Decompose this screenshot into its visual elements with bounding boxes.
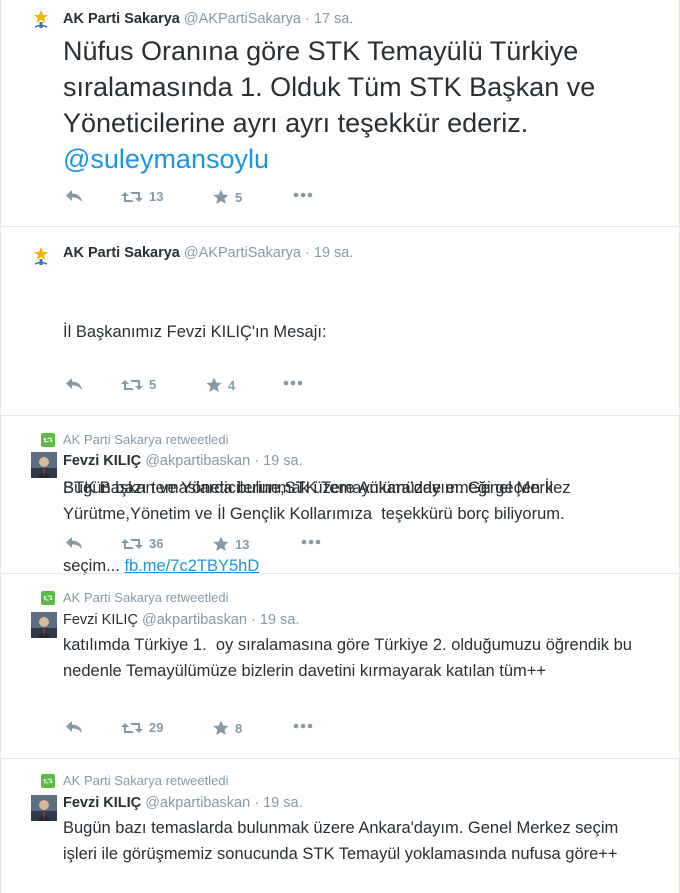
separator-dot: · [305, 245, 310, 261]
more-dots-icon [293, 723, 313, 729]
tweet-header: AK Parti Sakarya @AKPartiSakarya · 17 sa… [63, 11, 353, 27]
tweet-text: katılımda Türkiye 1. oy sıralamasına gör… [63, 636, 637, 680]
favorite-button[interactable]: 13 [213, 536, 249, 552]
timestamp[interactable]: 19 sa. [263, 795, 303, 811]
more-button[interactable] [301, 539, 321, 545]
retweet-count: 13 [149, 189, 164, 204]
separator-dot: · [254, 795, 260, 811]
retweeted-by-label[interactable]: AK Parti Sakarya retweetledi [63, 590, 228, 605]
reply-button[interactable] [65, 720, 83, 734]
author-handle[interactable]: @AKPartiSakarya [184, 11, 301, 27]
tweet-header: Fevzi KILIÇ @akpartibaskan · 19 sa. [63, 453, 303, 469]
retweet-button[interactable]: 29 [121, 720, 163, 735]
favorite-star-icon [213, 536, 229, 551]
separator-dot: · [251, 612, 256, 628]
retweeted-tweet[interactable]: AK Parti Sakarya retweetledi Fevzi KILIÇ… [1, 574, 679, 759]
retweet-badge-icon [41, 590, 55, 605]
favorite-button[interactable]: 4 [206, 377, 235, 393]
retweet-badge-icon [41, 773, 55, 788]
more-dots-icon [283, 380, 303, 386]
timestamp[interactable]: 19 sa. [263, 453, 303, 469]
tweet-actions: 13 5 [63, 189, 363, 209]
retweet-icon [121, 191, 143, 202]
retweet-button[interactable]: 13 [121, 189, 163, 204]
reply-button[interactable] [65, 377, 83, 391]
retweet-badge-icon [41, 432, 55, 447]
author-name[interactable]: AK Parti Sakarya [63, 245, 180, 261]
tweet-actions: 36 13 [63, 536, 363, 556]
retweet-button[interactable]: 5 [121, 377, 156, 392]
author-name[interactable]: Fevzi KILIÇ [63, 612, 138, 628]
tweet-text: Bugün bazı temaslarda bulunmak üzere Ank… [63, 819, 623, 863]
tweet-text: Nüfus Oranına göre STK Temayülü Türkiye … [63, 33, 661, 177]
author-handle[interactable]: @akpartibaskan [145, 453, 250, 469]
retweeted-by-label[interactable]: AK Parti Sakarya retweetledi [63, 432, 228, 447]
akparti-logo-icon[interactable] [31, 245, 63, 277]
favorite-count: 8 [235, 720, 243, 736]
more-button[interactable] [293, 723, 313, 729]
tweet-header: AK Parti Sakarya @AKPartiSakarya · 19 sa… [63, 245, 353, 261]
tweet-actions: 5 4 [63, 377, 363, 397]
retweet-count: 36 [149, 536, 164, 551]
separator-dot: · [254, 453, 260, 469]
tweet-body: Nüfus Oranına göre STK Temayülü Türkiye … [63, 36, 603, 138]
timeline: AK Parti Sakarya @AKPartiSakarya · 17 sa… [0, 0, 680, 893]
mention-link[interactable]: @suleymansoylu [63, 144, 269, 174]
more-button[interactable] [293, 192, 313, 198]
author-handle[interactable]: @akpartibaskan [142, 612, 247, 628]
author-name[interactable]: AK Parti Sakarya [63, 11, 180, 27]
author-handle[interactable]: @akpartibaskan [145, 795, 250, 811]
separator-dot: · [305, 11, 310, 27]
more-button[interactable] [283, 380, 303, 386]
tweet-actions: 29 8 [63, 720, 363, 740]
favorite-count: 4 [228, 377, 236, 393]
tweet[interactable]: AK Parti Sakarya @AKPartiSakarya · 17 sa… [1, 0, 679, 227]
retweet-icon [121, 379, 143, 390]
more-dots-icon [301, 539, 321, 545]
retweet-context: AK Parti Sakarya retweetledi [41, 432, 228, 447]
author-name[interactable]: Fevzi KILIÇ [63, 795, 141, 811]
retweet-icon [121, 722, 143, 733]
retweeted-tweet[interactable]: AK Parti Sakarya retweetledi Fevzi KILIÇ… [1, 759, 679, 893]
retweet-count: 29 [149, 720, 164, 735]
favorite-star-icon [213, 720, 229, 735]
tweet[interactable]: AK Parti Sakarya @AKPartiSakarya · 19 sa… [1, 227, 679, 575]
tweet-header: Fevzi KILIÇ @akpartibaskan · 19 sa. [63, 612, 299, 628]
retweet-count: 5 [149, 377, 157, 392]
favorite-count: 5 [235, 189, 243, 205]
retweeted-by-label[interactable]: AK Parti Sakarya retweetledi [63, 773, 228, 788]
retweet-context: AK Parti Sakarya retweetledi [41, 773, 228, 788]
retweet-icon [121, 538, 143, 549]
tweet-line: İl Başkanımız Fevzi KILIÇ'ın Mesajı: [63, 323, 327, 341]
reply-button[interactable] [65, 189, 83, 203]
favorite-button[interactable]: 5 [213, 189, 242, 205]
reply-icon [66, 378, 82, 390]
favorite-star-icon [213, 189, 229, 204]
timestamp[interactable]: 17 sa. [314, 11, 354, 27]
timestamp[interactable]: 19 sa. [260, 612, 300, 628]
tweet-header: Fevzi KILIÇ @akpartibaskan · 19 sa. [63, 795, 303, 811]
user-avatar[interactable] [31, 612, 57, 638]
retweet-button[interactable]: 36 [121, 536, 163, 551]
author-name[interactable]: Fevzi KILIÇ [63, 453, 141, 469]
retweet-context: AK Parti Sakarya retweetledi [41, 590, 228, 605]
favorite-count: 13 [235, 536, 250, 552]
akparti-logo-icon[interactable] [31, 8, 63, 40]
more-dots-icon [293, 192, 313, 198]
reply-icon [66, 537, 82, 549]
reply-icon [66, 190, 82, 202]
timestamp[interactable]: 19 sa. [314, 245, 354, 261]
favorite-button[interactable]: 8 [213, 720, 242, 736]
user-avatar[interactable] [31, 452, 57, 478]
tweet-text: STK Başkan ve Yöneticilerine,STK Temayül… [63, 479, 565, 523]
reply-icon [66, 721, 82, 733]
retweeted-tweet[interactable]: AK Parti Sakarya retweetledi Fevzi KILIÇ… [1, 416, 679, 574]
user-avatar[interactable] [31, 795, 57, 821]
author-handle[interactable]: @AKPartiSakarya [184, 245, 301, 261]
favorite-star-icon [206, 377, 222, 392]
reply-button[interactable] [65, 536, 83, 550]
